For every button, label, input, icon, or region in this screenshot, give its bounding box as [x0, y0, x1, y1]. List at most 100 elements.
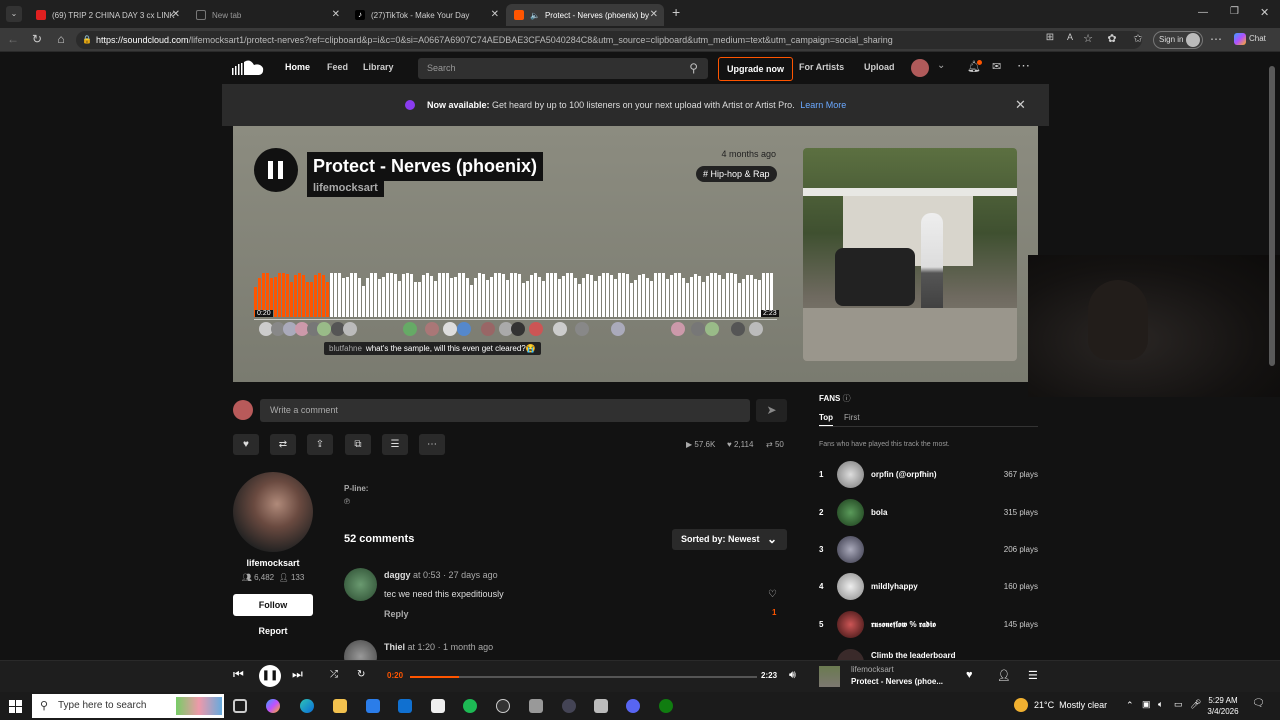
- refresh-icon[interactable]: ↻: [29, 32, 45, 46]
- timed-comment-avatar[interactable]: [317, 322, 331, 336]
- shield-app-icon[interactable]: [594, 699, 608, 713]
- add-to-next-up-button[interactable]: ☰: [382, 434, 408, 455]
- timed-comment-avatar[interactable]: [271, 322, 285, 336]
- artist-avatar[interactable]: [233, 472, 313, 552]
- info-icon[interactable]: ⓘ: [843, 394, 851, 403]
- timed-comment-avatar[interactable]: [481, 322, 495, 336]
- extensions-icon[interactable]: ✿: [1104, 32, 1120, 45]
- timed-comment-avatar[interactable]: [403, 322, 417, 336]
- timed-comment-avatar[interactable]: [343, 322, 357, 336]
- tab-actions-chevron-icon[interactable]: ⌄: [6, 6, 22, 22]
- timed-comment-avatar[interactable]: [499, 322, 513, 336]
- fan-name[interactable]: mildlyhappy: [871, 582, 918, 591]
- comment-timestamp[interactable]: 1:20: [418, 642, 436, 652]
- back-icon[interactable]: ←: [5, 32, 21, 46]
- fan-name[interactable]: bola: [871, 508, 887, 517]
- track-artwork[interactable]: [803, 148, 1017, 361]
- fan-row[interactable]: 1 orpfin (@orpfhin) 367 plays: [819, 461, 1038, 489]
- follow-button[interactable]: Follow: [233, 594, 313, 616]
- tab-top-fans[interactable]: Top: [819, 413, 834, 426]
- genre-tag[interactable]: # Hip-hop & Rap: [696, 166, 777, 182]
- comment-input[interactable]: Write a comment: [260, 399, 750, 422]
- tab-new[interactable]: New tab ✕: [188, 4, 346, 26]
- app-icon[interactable]: [529, 699, 543, 713]
- for-artists-link[interactable]: For Artists: [799, 62, 844, 72]
- fan-name[interactable]: orpfin (@orpfhin): [871, 470, 937, 479]
- timed-comment-avatar[interactable]: [529, 322, 543, 336]
- timed-comment-avatar[interactable]: [671, 322, 685, 336]
- fan-row[interactable]: 3 206 plays: [819, 536, 1038, 564]
- home-icon[interactable]: ⌂: [53, 32, 69, 46]
- outlook-icon[interactable]: [398, 699, 412, 713]
- timed-comment-avatar[interactable]: [295, 322, 309, 336]
- comment-user[interactable]: Thiel: [384, 642, 405, 652]
- like-button[interactable]: ♥: [233, 434, 259, 455]
- timed-comment-avatar[interactable]: [553, 322, 567, 336]
- xbox-icon[interactable]: [659, 699, 673, 713]
- sign-in-button[interactable]: Sign in: [1153, 31, 1203, 49]
- fan-row[interactable]: 4 mildlyhappy 160 plays: [819, 573, 1038, 601]
- pause-button[interactable]: ❚❚: [259, 665, 281, 687]
- send-comment-icon[interactable]: ➤: [756, 399, 787, 422]
- comment-user[interactable]: daggy: [384, 570, 411, 580]
- tray-chevron-icon[interactable]: ⌃: [1126, 700, 1134, 711]
- search-icon[interactable]: ⚲: [689, 58, 698, 79]
- leaderboard-label[interactable]: Climb the leaderboard: [871, 651, 955, 660]
- close-tab-icon[interactable]: ✕: [650, 9, 658, 20]
- weather-icon[interactable]: [1014, 698, 1028, 712]
- windows-start-icon[interactable]: [9, 700, 22, 713]
- favorites-icon[interactable]: ✩: [1130, 32, 1146, 45]
- tray-app-icon[interactable]: ▣: [1142, 699, 1151, 710]
- copilot-chat-button[interactable]: Chat: [1234, 33, 1266, 45]
- following-count[interactable]: 133: [291, 573, 304, 582]
- timed-comment-avatar[interactable]: [731, 322, 745, 336]
- page-scrollbar[interactable]: [1268, 56, 1276, 656]
- tab-tiktok[interactable]: ♪ (27)TikTok - Make Your Day ✕: [347, 4, 505, 26]
- timed-comment-avatar[interactable]: [611, 322, 625, 336]
- report-button[interactable]: Report: [233, 626, 313, 636]
- player-title[interactable]: Protect - Nerves (phoe...: [851, 677, 943, 686]
- apps-icon[interactable]: ⊞: [1042, 32, 1058, 43]
- taskbar-search[interactable]: ⚲ Type here to search: [32, 694, 224, 718]
- waveform[interactable]: [254, 273, 777, 338]
- comment-like-icon[interactable]: ♡: [768, 589, 777, 600]
- comment-timestamp[interactable]: 0:53: [423, 570, 441, 580]
- fan-name[interactable]: 𝖗𝖚𝖘𝖔𝖓𝖊𝖋𝖑𝖔𝖜 % 𝖗𝖆𝖉𝖎𝖔: [871, 620, 936, 630]
- timed-comment-avatar[interactable]: [749, 322, 763, 336]
- share-button[interactable]: ⇪: [307, 434, 333, 455]
- nav-library[interactable]: Library: [363, 62, 394, 72]
- tab-youtube[interactable]: (69) TRIP 2 CHINA DAY 3 cx LINK ✕: [28, 4, 186, 26]
- repost-button[interactable]: ⇄: [270, 434, 296, 455]
- obs-icon[interactable]: [496, 699, 510, 713]
- app-dark-icon[interactable]: [562, 699, 576, 713]
- scrollbar-thumb[interactable]: [1269, 66, 1275, 366]
- timed-comment-avatar[interactable]: [457, 322, 471, 336]
- close-window-icon[interactable]: ✕: [1260, 6, 1269, 19]
- volume-icon[interactable]: 🔊︎: [789, 669, 796, 682]
- repeat-icon[interactable]: ↻: [357, 669, 365, 680]
- shuffle-icon[interactable]: ⤮: [330, 669, 338, 680]
- reposts-stat[interactable]: ⇄ 50: [766, 440, 784, 449]
- read-aloud-icon[interactable]: A: [1062, 32, 1078, 42]
- next-track-icon[interactable]: ⏭︎: [292, 667, 303, 682]
- network-icon[interactable]: ▭: [1174, 699, 1183, 710]
- followers-count[interactable]: 6,482: [254, 573, 274, 582]
- copilot-taskbar-icon[interactable]: [266, 699, 280, 713]
- player-artwork[interactable]: [819, 666, 840, 687]
- volume-tray-icon[interactable]: 🔈︎: [1158, 699, 1163, 710]
- close-tab-icon[interactable]: ✕: [491, 9, 499, 20]
- clock[interactable]: 5:29 AM 3/4/2026: [1200, 695, 1246, 717]
- spotify-icon[interactable]: [463, 699, 477, 713]
- player-artist[interactable]: lifemocksart: [851, 665, 894, 674]
- progress-bar[interactable]: [410, 676, 757, 678]
- task-view-icon[interactable]: [233, 699, 247, 713]
- weather-widget[interactable]: 21°C Mostly clear: [1034, 700, 1107, 710]
- follow-artist-icon[interactable]: 👤︎: [997, 669, 1011, 682]
- fan-row[interactable]: 2 bola 315 plays: [819, 499, 1038, 527]
- timed-comment-avatar[interactable]: [443, 322, 457, 336]
- nav-feed[interactable]: Feed: [327, 62, 348, 72]
- more-menu-icon[interactable]: ⋯: [1208, 32, 1224, 46]
- store-icon[interactable]: [366, 699, 380, 713]
- timed-comment-avatar[interactable]: [705, 322, 719, 336]
- player-like-icon[interactable]: ♥: [966, 669, 973, 681]
